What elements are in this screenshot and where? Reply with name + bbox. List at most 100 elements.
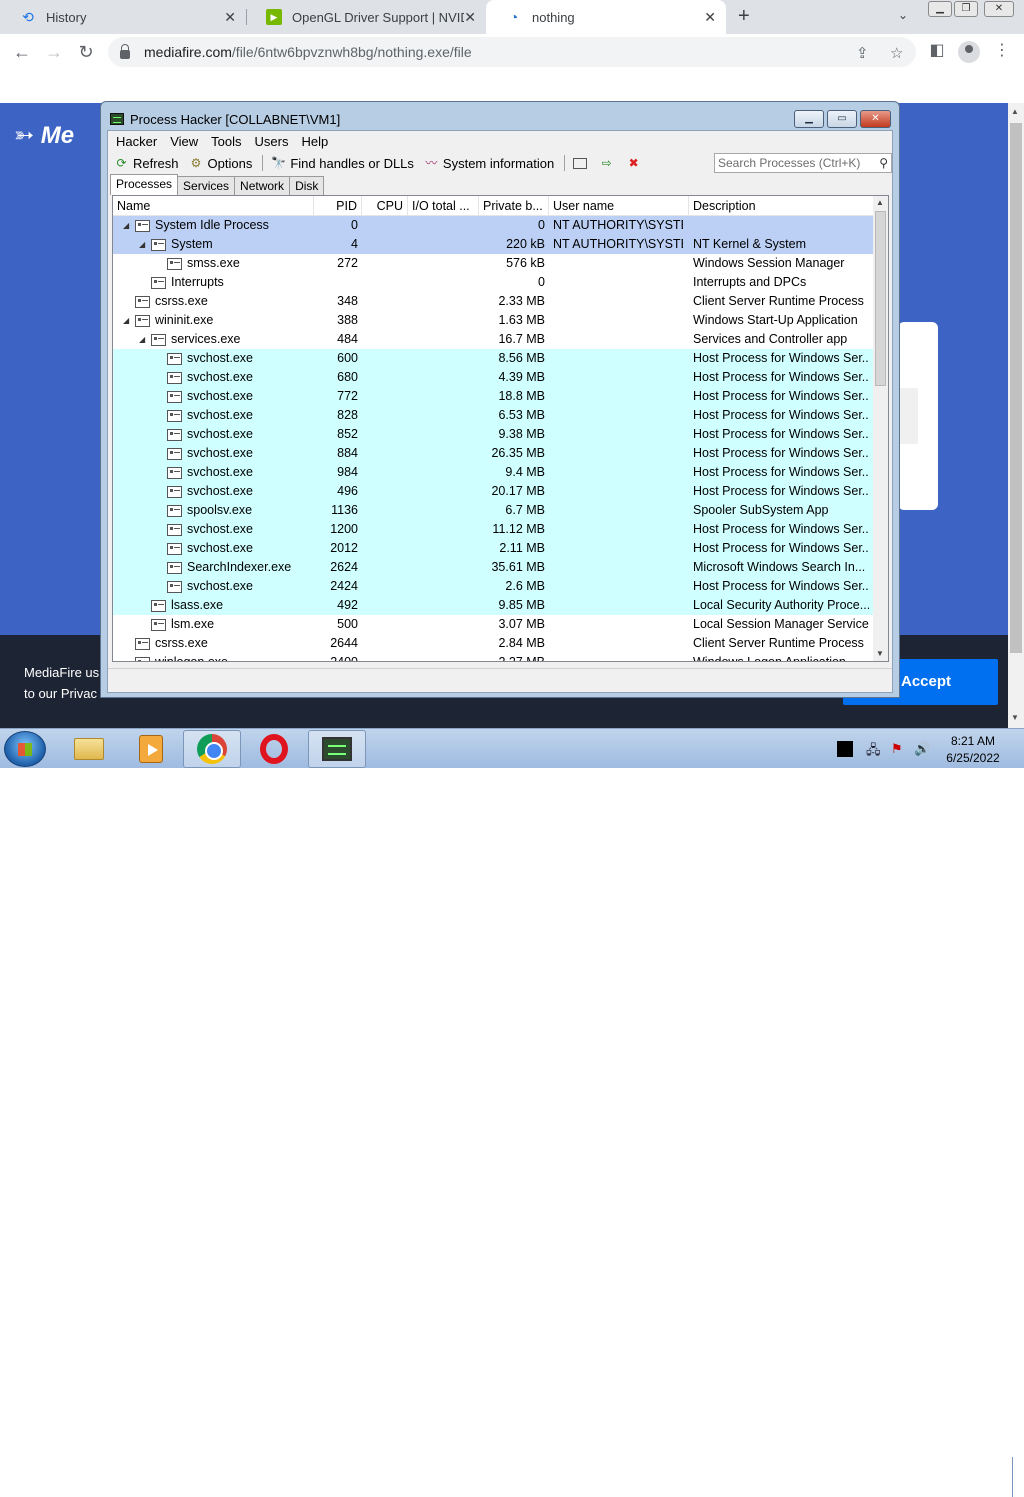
tab-services[interactable]: Services	[177, 176, 236, 195]
table-row[interactable]: svchost.exe 496 20.17 MB Host Process for W…	[113, 482, 873, 501]
opera-taskbar-icon[interactable]	[245, 730, 303, 768]
scroll-down-icon[interactable]: ▼	[1011, 713, 1019, 722]
column-private-bytes[interactable]: Private b...	[479, 196, 549, 216]
table-row[interactable]: smss.exe 272 576 kB Windows Session Manager	[113, 254, 873, 273]
table-row[interactable]: ◢ wininit.exe 388 1.63 MB Windows Start-Up A…	[113, 311, 873, 330]
tab-processes[interactable]: Processes	[110, 174, 179, 195]
table-row[interactable]: ◢ System 4 220 kB NT AUTHORITY\SYSTEM NT Kern…	[113, 235, 873, 254]
options-button[interactable]: ⚙ Options	[189, 156, 253, 171]
profile-avatar[interactable]	[958, 41, 980, 63]
menu-help[interactable]: Help	[301, 134, 328, 149]
scroll-up-icon[interactable]: ▲	[876, 198, 884, 207]
tray-black-square[interactable]	[837, 741, 853, 757]
system-information-button[interactable]: 〰 System information	[424, 156, 554, 171]
chrome-taskbar-icon[interactable]	[183, 730, 241, 768]
process-private-bytes: 9.38 MB	[498, 427, 545, 441]
chevron-down-icon[interactable]: ⌄	[898, 8, 908, 22]
table-row[interactable]: lsm.exe 500 3.07 MB Local Session Manager S…	[113, 615, 873, 634]
find-handles-button[interactable]: 🔭 Find handles or DLLs	[271, 156, 414, 171]
expand-arrow-icon[interactable]: ◢	[123, 216, 129, 235]
refresh-button[interactable]: ⟳ Refresh	[114, 156, 178, 171]
tab-disk[interactable]: Disk	[289, 176, 325, 195]
table-row[interactable]: SearchIndexer.exe 2624 35.61 MB Microsoft W…	[113, 558, 873, 577]
table-row[interactable]: Interrupts 0 Interrupts and DPCs	[113, 273, 873, 292]
table-row[interactable]: svchost.exe 828 6.53 MB Host Process for Wi…	[113, 406, 873, 425]
tab-network[interactable]: Network	[234, 176, 291, 195]
table-row[interactable]: svchost.exe 984 9.4 MB Host Process for Win…	[113, 463, 873, 482]
page-scrollbar[interactable]: ▲ ▼	[1008, 103, 1024, 728]
process-name: svchost.exe	[187, 427, 254, 441]
tab-mediafire[interactable]: ◔ nothing ✕	[486, 0, 726, 34]
close-icon[interactable]: ✕	[704, 9, 716, 26]
close-icon[interactable]: ✕	[464, 9, 476, 26]
table-row[interactable]: winlogon.exe 2400 2.27 MB Windows Logon App…	[113, 653, 873, 661]
media-player-taskbar-icon[interactable]	[122, 730, 180, 768]
table-row[interactable]: svchost.exe 1200 11.12 MB Host Process for …	[113, 520, 873, 539]
terminate-icon[interactable]: ✖	[626, 156, 645, 170]
menu-users[interactable]: Users	[255, 134, 289, 149]
table-row[interactable]: csrss.exe 348 2.33 MB Client Server Runtime…	[113, 292, 873, 311]
table-row[interactable]: svchost.exe 852 9.38 MB Host Process for Wi…	[113, 425, 873, 444]
scroll-down-icon[interactable]: ▼	[876, 649, 884, 658]
side-panel-icon[interactable]: ◧	[926, 40, 948, 60]
taskbar-clock[interactable]: 8:21 AM 6/25/2022	[942, 733, 1004, 767]
list-scroll-thumb[interactable]	[875, 211, 886, 386]
column-pid[interactable]: PID	[314, 196, 362, 216]
volume-icon[interactable]: 🔊	[914, 741, 930, 757]
scroll-thumb[interactable]	[1010, 123, 1022, 653]
show-desktop-button[interactable]	[1012, 1457, 1024, 1497]
menu-hacker[interactable]: Hacker	[116, 134, 157, 149]
table-row[interactable]: svchost.exe 2012 2.11 MB Host Process for W…	[113, 539, 873, 558]
back-arrow-icon[interactable]: ←	[10, 40, 34, 64]
table-row[interactable]: svchost.exe 600 8.56 MB Host Process for Wi…	[113, 349, 873, 368]
close-icon[interactable]: ✕	[224, 9, 236, 26]
arrow-window-icon[interactable]: ⇨	[599, 156, 618, 170]
expand-arrow-icon[interactable]: ◢	[123, 311, 129, 330]
minimize-icon[interactable]: ▁	[928, 1, 952, 17]
menu-kebab-icon[interactable]: ⋮	[991, 40, 1013, 60]
window-icon[interactable]	[573, 157, 591, 169]
process-tree-list[interactable]: Name PID CPU I/O total ... Private b... …	[112, 195, 889, 662]
action-center-icon[interactable]: ⚑	[891, 741, 903, 757]
restore-icon[interactable]: ❐	[954, 1, 978, 17]
table-row[interactable]: svchost.exe 772 18.8 MB Host Process for Wi…	[113, 387, 873, 406]
table-row[interactable]: ◢ services.exe 484 16.7 MB Services and Cont…	[113, 330, 873, 349]
table-row[interactable]: svchost.exe 884 26.35 MB Host Process for W…	[113, 444, 873, 463]
list-scrollbar[interactable]: ▲ ▼	[873, 196, 888, 661]
network-icon[interactable]: 🖧	[866, 741, 881, 763]
table-row[interactable]: lsass.exe 492 9.85 MB Local Security Author…	[113, 596, 873, 615]
start-button[interactable]	[4, 731, 46, 767]
minimize-button[interactable]: ▁	[794, 110, 824, 128]
bookmark-star-icon[interactable]: ☆	[890, 44, 903, 62]
expand-arrow-icon[interactable]: ◢	[139, 330, 145, 349]
column-description[interactable]: Description	[689, 196, 873, 216]
tab-history[interactable]: ⟲ History ✕	[0, 0, 246, 34]
table-row[interactable]: svchost.exe 680 4.39 MB Host Process for Wi…	[113, 368, 873, 387]
address-bar[interactable]: mediafire.com/file/6ntw6bpvznwh8bg/nothi…	[108, 37, 916, 67]
expand-arrow-icon[interactable]: ◢	[139, 235, 145, 254]
search-processes-input[interactable]: Search Processes (Ctrl+K) ⚲	[714, 153, 892, 173]
menu-tools[interactable]: Tools	[211, 134, 241, 149]
table-row[interactable]: spoolsv.exe 1136 6.7 MB Spooler SubSystem A…	[113, 501, 873, 520]
reload-icon[interactable]: ↻	[74, 40, 98, 64]
table-row[interactable]: ◢ System Idle Process 0 0 NT AUTHORITY\SYSTE…	[113, 216, 873, 235]
new-tab-icon[interactable]: +	[738, 5, 750, 28]
maximize-button[interactable]: ▭	[827, 110, 857, 128]
table-row[interactable]: svchost.exe 2424 2.6 MB Host Process for Wi…	[113, 577, 873, 596]
column-cpu[interactable]: CPU	[362, 196, 408, 216]
explorer-taskbar-icon[interactable]	[60, 730, 118, 768]
menu-view[interactable]: View	[170, 134, 198, 149]
column-name[interactable]: Name	[113, 196, 314, 216]
process-hacker-taskbar-icon[interactable]	[308, 730, 366, 768]
close-window-icon[interactable]: ✕	[984, 1, 1014, 17]
table-row[interactable]: csrss.exe 2644 2.84 MB Client Server Runtim…	[113, 634, 873, 653]
forward-arrow-icon[interactable]: →	[42, 40, 66, 64]
mediafire-logo[interactable]: ➳ Me	[14, 121, 74, 150]
process-pid: 500	[337, 617, 358, 631]
column-io-total[interactable]: I/O total ...	[408, 196, 479, 216]
tab-nvidia[interactable]: ▶ OpenGL Driver Support | NVIDIA ✕	[246, 0, 486, 34]
close-button[interactable]: ✕	[860, 110, 891, 128]
scroll-up-icon[interactable]: ▲	[1011, 107, 1019, 116]
share-icon[interactable]: ⇪	[856, 44, 869, 62]
column-user-name[interactable]: User name	[549, 196, 689, 216]
